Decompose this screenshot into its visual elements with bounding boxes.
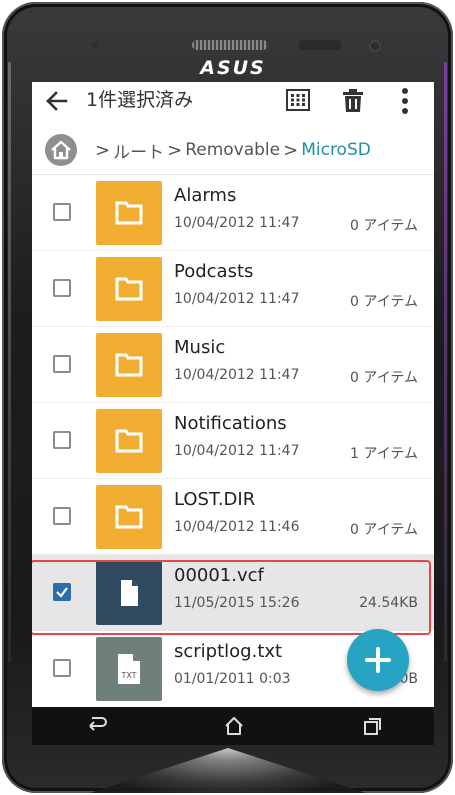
nav-back-button[interactable] — [82, 713, 110, 739]
txt-badge: TXT — [120, 671, 136, 680]
folder-thumbnail — [96, 181, 162, 245]
file-date: 10/04/2012 11:47 — [174, 443, 300, 459]
breadcrumb: > ルート > Removable > MicroSD — [32, 130, 434, 172]
file-date: 10/04/2012 11:46 — [174, 519, 300, 535]
action-bar: 1件選択済み — [32, 82, 434, 122]
more-vert-icon — [402, 88, 408, 114]
front-camera — [369, 40, 381, 52]
file-name: Alarms — [174, 185, 237, 206]
delete-button[interactable] — [342, 86, 364, 114]
earpiece-speaker — [192, 40, 268, 50]
back-button[interactable] — [44, 86, 70, 116]
folder-thumbnail — [96, 333, 162, 397]
file-meta: 0 アイテム — [350, 218, 418, 234]
document-icon — [121, 580, 138, 606]
folder-thumbnail — [96, 257, 162, 321]
more-options-button[interactable] — [398, 86, 412, 116]
folder-icon — [115, 277, 143, 301]
select-all-grid-icon — [286, 89, 310, 111]
file-size: 24.54KB — [359, 595, 418, 611]
nav-home-button[interactable] — [220, 712, 248, 740]
nav-recent-button[interactable] — [358, 713, 386, 739]
breadcrumb-separator: > — [283, 139, 299, 161]
checkmark-icon — [56, 587, 68, 598]
list-item-selected[interactable]: 00001.vcf 11/05/2015 15:26 24.54KB — [32, 555, 434, 631]
file-name: Music — [174, 337, 226, 358]
home-icon — [51, 140, 71, 160]
file-date: 11/05/2015 15:26 — [174, 595, 300, 611]
light-sensor — [298, 40, 342, 50]
list-item[interactable]: Alarms 10/04/2012 11:47 0 アイテム — [32, 175, 434, 251]
file-name: 00001.vcf — [174, 565, 264, 586]
nav-home-icon — [225, 717, 243, 735]
plus-icon — [365, 647, 391, 673]
item-checkbox[interactable] — [53, 507, 71, 525]
folder-thumbnail — [96, 409, 162, 473]
phone-edge-left — [8, 62, 11, 662]
folder-icon — [115, 429, 143, 453]
file-date: 10/04/2012 11:47 — [174, 291, 300, 307]
breadcrumb-item-root[interactable]: ルート — [113, 138, 164, 163]
proximity-sensor — [92, 42, 98, 48]
file-meta: 0 アイテム — [350, 522, 418, 538]
breadcrumb-item-microsd[interactable]: MicroSD — [301, 140, 371, 160]
item-checkbox-checked[interactable] — [53, 583, 71, 601]
text-file-icon: TXT — [118, 654, 140, 684]
item-checkbox[interactable] — [53, 659, 71, 677]
screen: 1件選択済み > ルート > Removable > MicroSD Alarm… — [32, 82, 434, 707]
item-checkbox[interactable] — [53, 279, 71, 297]
home-button[interactable] — [45, 134, 77, 166]
file-name: Notifications — [174, 413, 287, 434]
add-fab-button[interactable] — [347, 629, 409, 691]
list-item[interactable]: Music 10/04/2012 11:47 0 アイテム — [32, 327, 434, 403]
breadcrumb-path: > ルート > Removable > MicroSD — [92, 134, 371, 166]
folder-thumbnail — [96, 485, 162, 549]
list-item[interactable]: Notifications 10/04/2012 11:47 1 アイテム — [32, 403, 434, 479]
navigation-bar — [32, 707, 434, 745]
file-meta: 0 アイテム — [350, 294, 418, 310]
vcf-thumbnail — [96, 561, 162, 625]
folder-icon — [115, 505, 143, 529]
nav-recent-icon — [364, 718, 381, 735]
file-name: Podcasts — [174, 261, 254, 282]
breadcrumb-separator: > — [167, 139, 183, 161]
file-date: 01/01/2011 0:03 — [174, 671, 291, 687]
trash-icon — [343, 89, 363, 112]
list-item[interactable]: LOST.DIR 10/04/2012 11:46 0 アイテム — [32, 479, 434, 555]
select-all-button[interactable] — [285, 88, 311, 112]
breadcrumb-item-removable[interactable]: Removable — [185, 140, 280, 160]
brand-logo: ASUS — [200, 57, 266, 79]
file-date: 10/04/2012 11:47 — [174, 367, 300, 383]
file-list: Alarms 10/04/2012 11:47 0 アイテム Podcasts … — [32, 175, 434, 707]
selection-title: 1件選択済み — [86, 89, 194, 111]
folder-icon — [115, 353, 143, 377]
nav-back-icon — [89, 717, 107, 731]
file-name: LOST.DIR — [174, 489, 256, 510]
item-checkbox[interactable] — [53, 431, 71, 449]
file-meta: 0 アイテム — [350, 370, 418, 386]
list-item[interactable]: Podcasts 10/04/2012 11:47 0 アイテム — [32, 251, 434, 327]
breadcrumb-separator: > — [95, 139, 111, 161]
file-name: scriptlog.txt — [174, 641, 283, 662]
txt-thumbnail: TXT — [96, 637, 162, 701]
file-date: 10/04/2012 11:47 — [174, 215, 300, 231]
item-checkbox[interactable] — [53, 203, 71, 221]
item-checkbox[interactable] — [53, 355, 71, 373]
folder-icon — [115, 201, 143, 225]
phone-edge-right — [444, 62, 447, 662]
arrow-left-icon — [46, 91, 68, 111]
file-meta: 1 アイテム — [350, 446, 418, 462]
